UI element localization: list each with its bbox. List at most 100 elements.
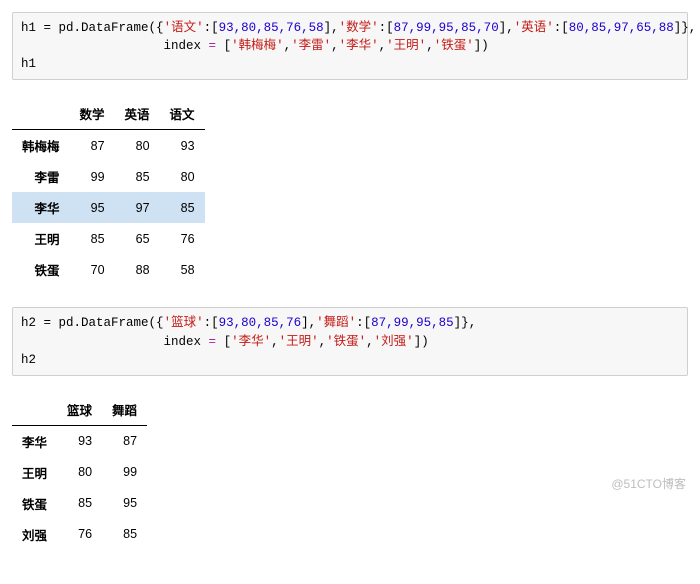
- cell: 95: [102, 488, 147, 519]
- row-index: 李雷: [12, 161, 70, 192]
- table-corner: [12, 394, 57, 426]
- cell: 87: [102, 425, 147, 457]
- code-token: [: [224, 39, 232, 53]
- code-token: ,: [284, 39, 292, 53]
- column-header: 数学: [70, 98, 115, 130]
- cell: 85: [115, 161, 160, 192]
- table-row: 铁蛋 85 95: [12, 488, 147, 519]
- code-token: :[: [379, 21, 394, 35]
- table-row: 王明 80 99: [12, 457, 147, 488]
- code-token: '英语': [514, 21, 554, 35]
- cell: 85: [160, 192, 205, 223]
- code-token: 87,99,95,85,70: [394, 21, 499, 35]
- cell: 85: [57, 488, 102, 519]
- code-token: 80,85,97,65,88: [569, 21, 674, 35]
- cell: 93: [57, 425, 102, 457]
- code-token: '李华': [339, 39, 379, 53]
- code-token: '语文': [164, 21, 204, 35]
- row-index: 铁蛋: [12, 488, 57, 519]
- column-header: 篮球: [57, 394, 102, 426]
- code-token: '韩梅梅': [231, 39, 284, 53]
- code-token: '铁蛋': [326, 335, 366, 349]
- code-token: '王明': [386, 39, 426, 53]
- code-token: ]}: [454, 316, 469, 330]
- code-token: ,: [689, 21, 697, 35]
- code-token: :[: [356, 316, 371, 330]
- cell: 93: [160, 130, 205, 162]
- code-token: ,: [319, 335, 327, 349]
- row-index: 韩梅梅: [12, 130, 70, 162]
- cell: 80: [115, 130, 160, 162]
- code-token: index: [164, 335, 209, 349]
- cell: 85: [102, 519, 147, 550]
- code-token: ]): [414, 335, 429, 349]
- code-token: =: [36, 316, 59, 330]
- row-index: 铁蛋: [12, 254, 70, 285]
- cell: 65: [115, 223, 160, 254]
- code-indent: [21, 39, 164, 53]
- column-header: 语文: [160, 98, 205, 130]
- cell: 88: [115, 254, 160, 285]
- code-token: ],: [301, 316, 316, 330]
- code-token: 93,80,85,76,58: [219, 21, 324, 35]
- code-token: h1: [21, 21, 36, 35]
- code-token: h2: [21, 353, 36, 367]
- watermark: @51CTO博客: [611, 475, 686, 492]
- dataframe-h1: 数学 英语 语文 韩梅梅 87 80 93 李雷 99 85 80 李华 95 …: [12, 98, 205, 285]
- code-token: =: [209, 39, 224, 53]
- code-token: '李华': [231, 335, 271, 349]
- code-token: ],: [324, 21, 339, 35]
- cell: 80: [57, 457, 102, 488]
- code-token: '篮球': [164, 316, 204, 330]
- code-token: :[: [204, 21, 219, 35]
- code-token: ]): [474, 39, 489, 53]
- row-index: 李华: [12, 192, 70, 223]
- code-token: ,: [366, 335, 374, 349]
- code-token: '铁蛋': [434, 39, 474, 53]
- code-token: '舞蹈': [316, 316, 356, 330]
- code-cell-h2: h2 = pd.DataFrame({'篮球':[93,80,85,76],'舞…: [12, 307, 688, 375]
- code-token: pd.DataFrame: [59, 21, 149, 35]
- code-token: :[: [204, 316, 219, 330]
- cell: 95: [70, 192, 115, 223]
- code-token: =: [36, 21, 59, 35]
- code-token: ,: [271, 335, 279, 349]
- code-token: ]}: [674, 21, 689, 35]
- code-token: ({: [149, 21, 164, 35]
- table-row: 李雷 99 85 80: [12, 161, 205, 192]
- cell: 85: [70, 223, 115, 254]
- table-corner: [12, 98, 70, 130]
- table-row: 韩梅梅 87 80 93: [12, 130, 205, 162]
- code-indent: [21, 335, 164, 349]
- dataframe-h2: 篮球 舞蹈 李华 93 87 王明 80 99 铁蛋 85 95 刘强 76 8…: [12, 394, 147, 550]
- cell: 97: [115, 192, 160, 223]
- table-row-highlighted: 李华 95 97 85: [12, 192, 205, 223]
- row-index: 刘强: [12, 519, 57, 550]
- code-token: '李雷': [291, 39, 331, 53]
- cell: 87: [70, 130, 115, 162]
- code-token: h2: [21, 316, 36, 330]
- table-row: 铁蛋 70 88 58: [12, 254, 205, 285]
- code-token: pd.DataFrame: [59, 316, 149, 330]
- code-token: '数学': [339, 21, 379, 35]
- code-token: =: [209, 335, 224, 349]
- code-token: :[: [554, 21, 569, 35]
- row-index: 李华: [12, 425, 57, 457]
- code-token: ],: [499, 21, 514, 35]
- column-header: 英语: [115, 98, 160, 130]
- cell: 58: [160, 254, 205, 285]
- table-row: 王明 85 65 76: [12, 223, 205, 254]
- cell: 70: [70, 254, 115, 285]
- table-row: 刘强 76 85: [12, 519, 147, 550]
- code-token: h1: [21, 57, 36, 71]
- cell: 76: [160, 223, 205, 254]
- row-index: 王明: [12, 223, 70, 254]
- column-header: 舞蹈: [102, 394, 147, 426]
- cell: 99: [102, 457, 147, 488]
- code-cell-h1: h1 = pd.DataFrame({'语文':[93,80,85,76,58]…: [12, 12, 688, 80]
- row-index: 王明: [12, 457, 57, 488]
- code-token: ,: [426, 39, 434, 53]
- code-token: [: [224, 335, 232, 349]
- code-token: 93,80,85,76: [219, 316, 302, 330]
- code-token: ({: [149, 316, 164, 330]
